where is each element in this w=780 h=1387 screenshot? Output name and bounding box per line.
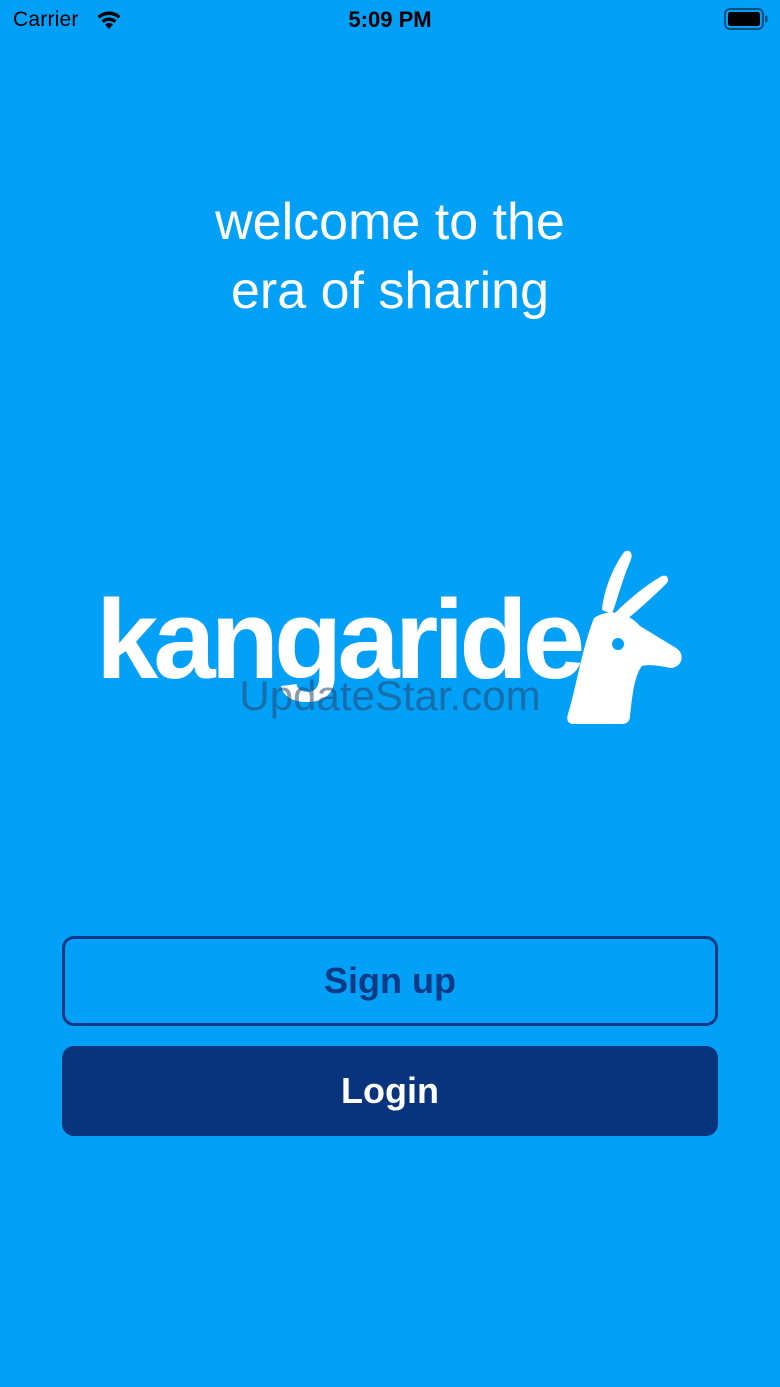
battery-full-icon [724,8,768,30]
sign-up-button[interactable]: Sign up [62,936,718,1026]
status-time: 5:09 PM [348,7,432,32]
welcome-screen: Carrier 5:09 PM welcome to the era of sh… [0,0,780,1387]
watermark-text: UpdateStar.com [239,672,541,719]
welcome-heading: welcome to the era of sharing [0,188,780,326]
status-bar: Carrier 5:09 PM [0,0,780,40]
welcome-line-1: welcome to the [215,193,565,251]
login-label: Login [341,1070,439,1111]
login-button[interactable]: Login [62,1046,718,1136]
sign-up-label: Sign up [324,960,456,1001]
welcome-line-2: era of sharing [231,262,549,320]
